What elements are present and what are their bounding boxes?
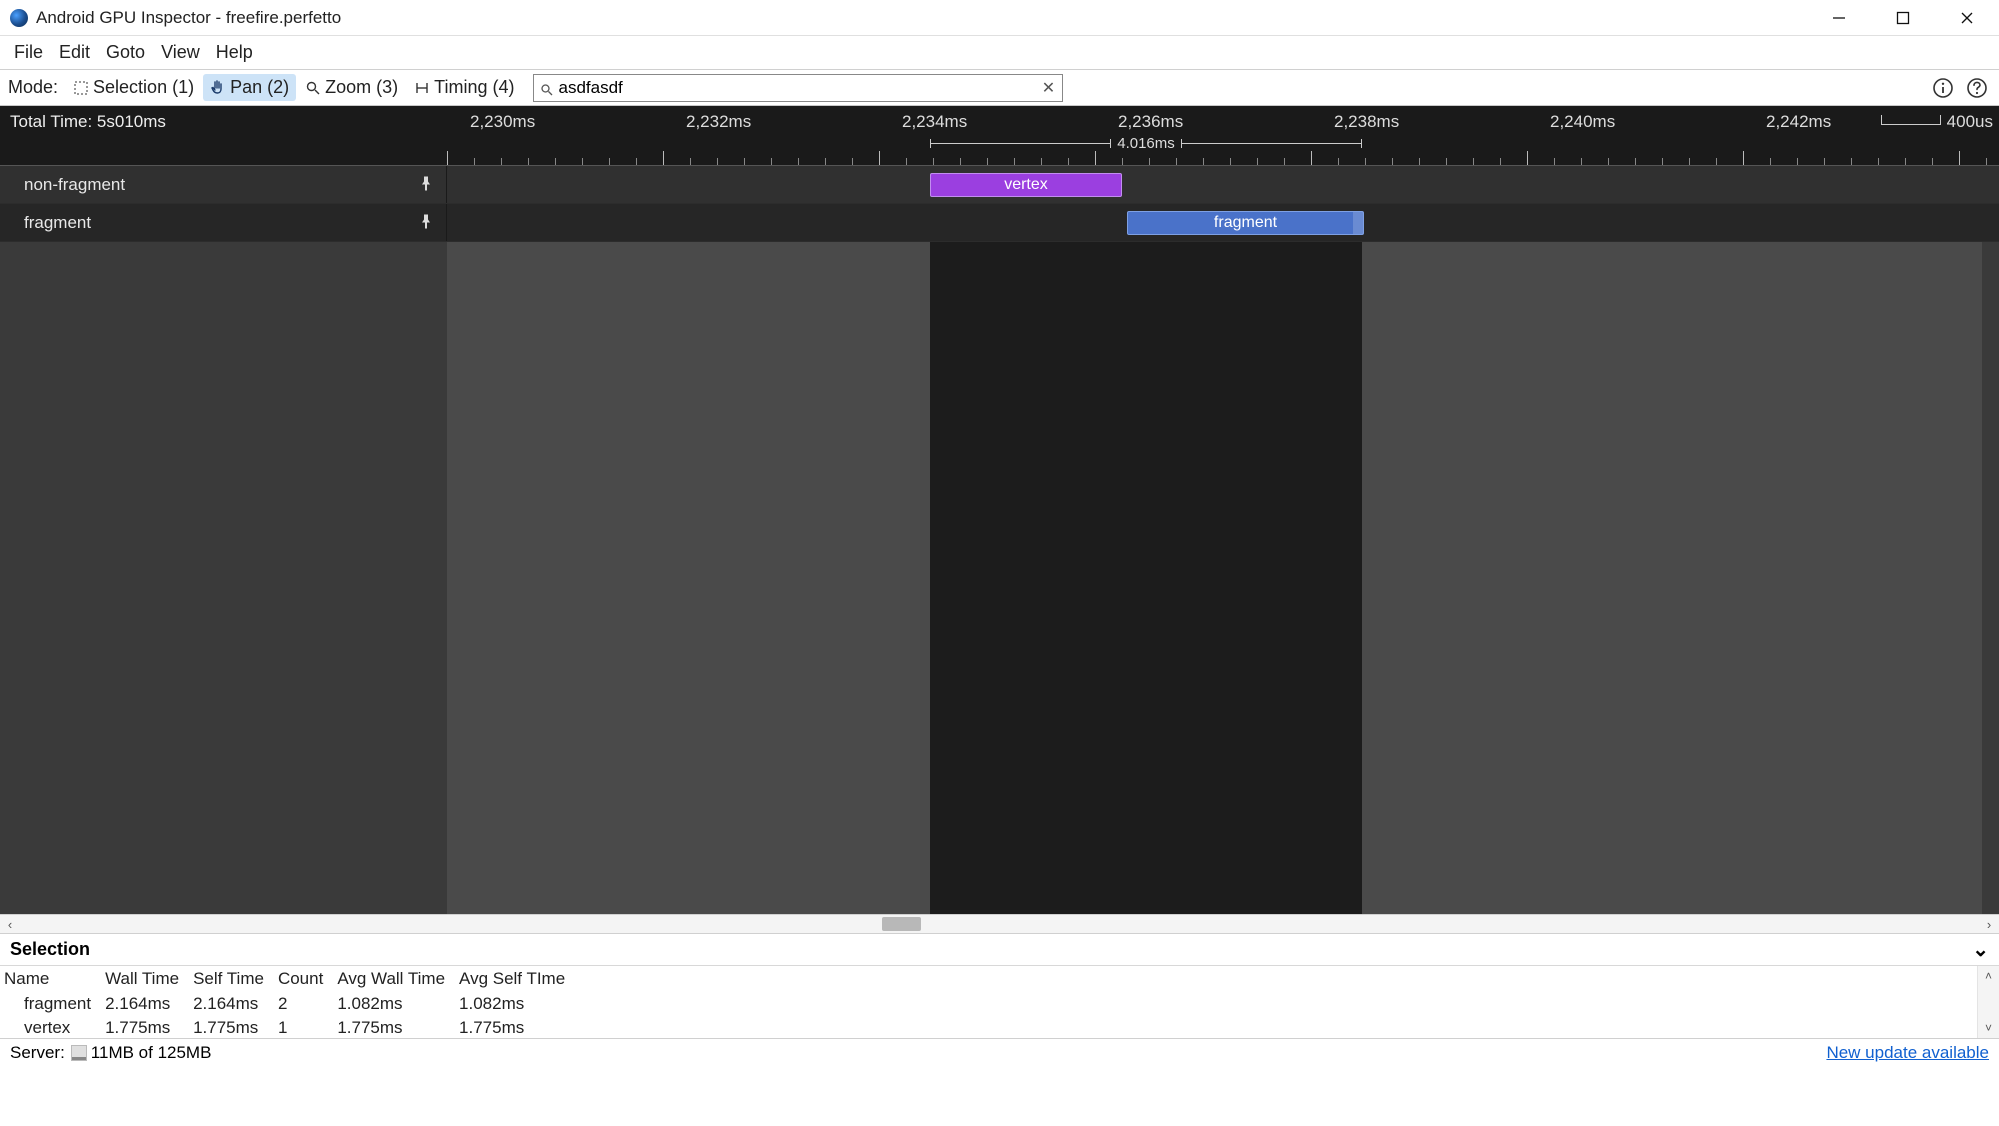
timeline[interactable]: Total Time: 5s010ms 400us 2,230ms 2,232ms… xyxy=(0,106,1999,914)
hscroll-right-arrow[interactable]: › xyxy=(1979,917,1999,932)
pin-icon[interactable] xyxy=(420,214,432,231)
tick-label: 2,242ms xyxy=(1766,112,1831,132)
server-label: Server: xyxy=(10,1043,65,1063)
pin-icon[interactable] xyxy=(420,176,432,193)
scale-value: 400us xyxy=(1947,112,1993,132)
tick-label: 2,240ms xyxy=(1550,112,1615,132)
info-button[interactable] xyxy=(1929,74,1957,102)
close-button[interactable] xyxy=(1935,0,1999,36)
tick-label: 2,238ms xyxy=(1334,112,1399,132)
vscroll-up-arrow[interactable]: ˄ xyxy=(1985,966,1992,986)
selection-header[interactable]: Selection ⌄ xyxy=(0,934,1999,966)
clear-search-icon[interactable]: ✕ xyxy=(1040,78,1056,98)
menu-view[interactable]: View xyxy=(153,38,208,67)
column-header[interactable]: Name xyxy=(0,966,101,992)
slice-vertex[interactable]: vertex xyxy=(930,173,1122,197)
search-input[interactable] xyxy=(558,78,1040,98)
menu-file[interactable]: File xyxy=(6,38,51,67)
track-label[interactable]: fragment xyxy=(0,204,447,241)
menu-edit[interactable]: Edit xyxy=(51,38,98,67)
track-label[interactable]: non-fragment xyxy=(0,166,447,203)
selection-panel: Selection ⌄ NameWall TimeSelf TimeCountA… xyxy=(0,934,1999,1038)
column-header[interactable]: Count xyxy=(274,966,333,992)
app-icon xyxy=(10,9,28,27)
update-link[interactable]: New update available xyxy=(1826,1043,1989,1063)
selection-title: Selection xyxy=(10,939,90,960)
table-row[interactable]: fragment2.164ms2.164ms21.082ms1.082ms xyxy=(0,992,575,1016)
statusbar: Server: 11MB of 125MB New update availab… xyxy=(0,1038,1999,1066)
pan-icon xyxy=(210,80,226,96)
zoom-icon xyxy=(305,80,321,96)
help-button[interactable] xyxy=(1963,74,1991,102)
tick-label: 2,230ms xyxy=(470,112,535,132)
mode-zoom[interactable]: Zoom (3) xyxy=(298,74,405,101)
tick-label: 2,232ms xyxy=(686,112,751,132)
mode-selection-label: Selection (1) xyxy=(93,77,194,98)
column-header[interactable]: Self Time xyxy=(189,966,274,992)
selection-icon xyxy=(73,80,89,96)
timeline-hscrollbar[interactable]: ‹ › xyxy=(0,914,1999,934)
hscroll-left-arrow[interactable]: ‹ xyxy=(0,917,20,932)
timing-icon xyxy=(414,80,430,96)
mode-timing-label: Timing (4) xyxy=(434,77,514,98)
chevron-down-icon[interactable]: ⌄ xyxy=(1972,937,1989,962)
toolbar: Mode: Selection (1) Pan (2) Zoom (3) Tim… xyxy=(0,70,1999,106)
table-row[interactable]: vertex1.775ms1.775ms11.775ms1.775ms xyxy=(0,1016,575,1038)
tick-label: 2,236ms xyxy=(1118,112,1183,132)
total-time-label: Total Time: 5s010ms xyxy=(10,112,166,132)
memory-text: 11MB of 125MB xyxy=(91,1043,212,1063)
memory-gauge-icon xyxy=(71,1045,87,1061)
tick-row xyxy=(0,147,1999,165)
scale-bracket-icon xyxy=(1881,115,1941,125)
selection-vscrollbar[interactable]: ˄ ˅ xyxy=(1977,966,1999,1038)
track-lane[interactable]: fragment xyxy=(447,204,1999,241)
timeline-ruler[interactable]: Total Time: 5s010ms 400us 2,230ms 2,232ms… xyxy=(0,106,1999,166)
mode-pan-label: Pan (2) xyxy=(230,77,289,98)
column-header[interactable]: Avg Wall Time xyxy=(333,966,455,992)
menu-help[interactable]: Help xyxy=(208,38,261,67)
tick-label: 2,234ms xyxy=(902,112,967,132)
track-lane[interactable]: vertex xyxy=(447,166,1999,203)
minimize-button[interactable] xyxy=(1807,0,1871,36)
hscroll-track[interactable] xyxy=(20,915,1979,933)
column-header[interactable]: Avg Self TIme xyxy=(455,966,575,992)
mode-selection[interactable]: Selection (1) xyxy=(66,74,201,101)
selection-table: NameWall TimeSelf TimeCountAvg Wall Time… xyxy=(0,966,575,1038)
window-title: Android GPU Inspector - freefire.perfett… xyxy=(36,8,341,28)
track-row[interactable]: non-fragment vertex xyxy=(0,166,1999,204)
menu-goto[interactable]: Goto xyxy=(98,38,153,67)
mode-label: Mode: xyxy=(8,77,58,98)
mode-zoom-label: Zoom (3) xyxy=(325,77,398,98)
search-field[interactable]: ✕ xyxy=(533,74,1063,102)
slice-handle[interactable] xyxy=(1353,212,1363,234)
titlebar: Android GPU Inspector - freefire.perfett… xyxy=(0,0,1999,36)
slice-fragment[interactable]: fragment xyxy=(1127,211,1364,235)
column-header[interactable]: Wall Time xyxy=(101,966,189,992)
mode-pan[interactable]: Pan (2) xyxy=(203,74,296,101)
mode-timing[interactable]: Timing (4) xyxy=(407,74,521,101)
hscroll-thumb[interactable] xyxy=(882,917,921,931)
scale-label: 400us xyxy=(1881,112,1993,132)
maximize-button[interactable] xyxy=(1871,0,1935,36)
search-icon xyxy=(540,81,554,95)
vscroll-down-arrow[interactable]: ˅ xyxy=(1985,1018,1992,1038)
menubar: File Edit Goto View Help xyxy=(0,36,1999,70)
timeline-body[interactable]: non-fragmentvertexfragmentfragment xyxy=(0,166,1999,914)
track-row[interactable]: fragment fragment xyxy=(0,204,1999,242)
